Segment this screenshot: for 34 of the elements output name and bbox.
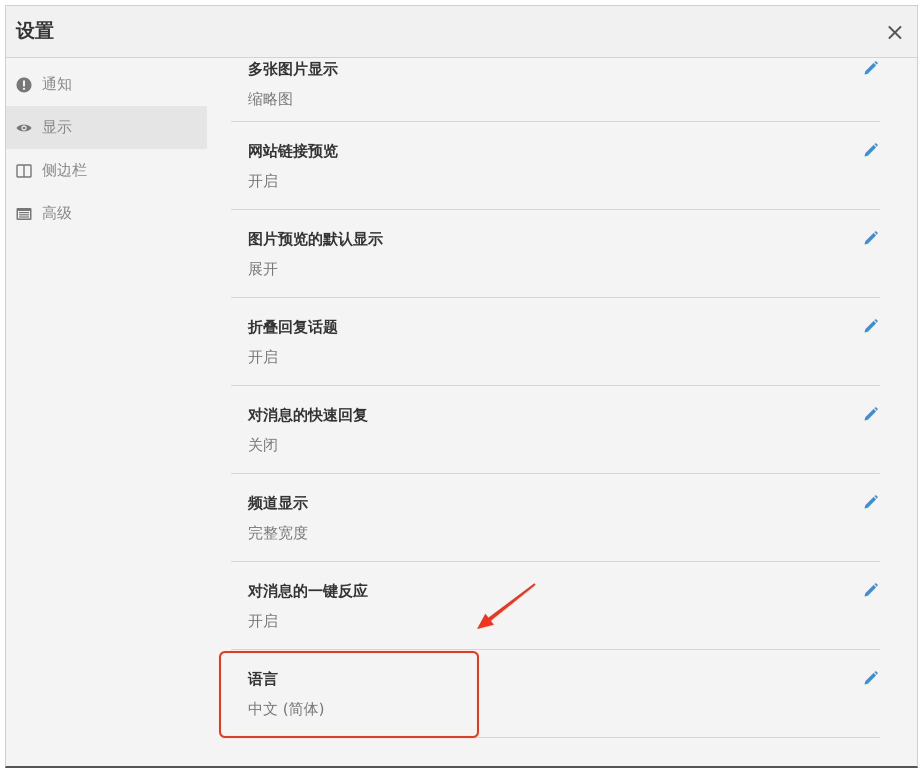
pencil-icon[interactable] (864, 61, 878, 75)
pencil-icon[interactable] (864, 495, 878, 509)
setting-title: 多张图片显示 (248, 59, 338, 80)
sidebar-item[interactable]: 通知 (6, 63, 207, 106)
pencil-icon[interactable] (864, 143, 878, 157)
pencil-icon[interactable] (864, 319, 878, 333)
setting-title: 对消息的快速回复 (248, 405, 368, 426)
sidebar-item[interactable]: 侧边栏 (6, 149, 207, 192)
setting-title: 语言 (248, 669, 278, 690)
alert-icon (16, 76, 32, 92)
two-column-icon (16, 162, 32, 178)
setting-value: 关闭 (248, 435, 278, 456)
sidebar-item[interactable]: 高级 (6, 192, 207, 235)
pointer-arrow (477, 583, 536, 629)
setting-value: 缩略图 (248, 89, 293, 110)
pencil-icon[interactable] (864, 231, 878, 245)
setting-value: 开启 (248, 347, 278, 368)
setting-title: 网站链接预览 (248, 141, 338, 162)
setting-title: 图片预览的默认显示 (248, 229, 383, 250)
pencil-icon[interactable] (864, 671, 878, 685)
setting-title: 频道显示 (248, 493, 308, 514)
setting-value: 中文 (简体) (248, 699, 324, 720)
setting-title: 折叠回复话题 (248, 317, 338, 338)
close-button[interactable]: × (880, 20, 909, 44)
list-window-icon (16, 206, 32, 222)
pencil-icon[interactable] (864, 583, 878, 597)
setting-value: 展开 (248, 259, 278, 280)
setting-value: 开启 (248, 611, 278, 632)
sidebar-item[interactable]: 显示 (6, 106, 207, 149)
setting-title: 对消息的一键反应 (248, 581, 368, 602)
setting-value: 完整宽度 (248, 523, 308, 544)
setting-value: 开启 (248, 171, 278, 192)
window-title: 设置 (16, 20, 54, 43)
pencil-icon[interactable] (864, 407, 878, 421)
